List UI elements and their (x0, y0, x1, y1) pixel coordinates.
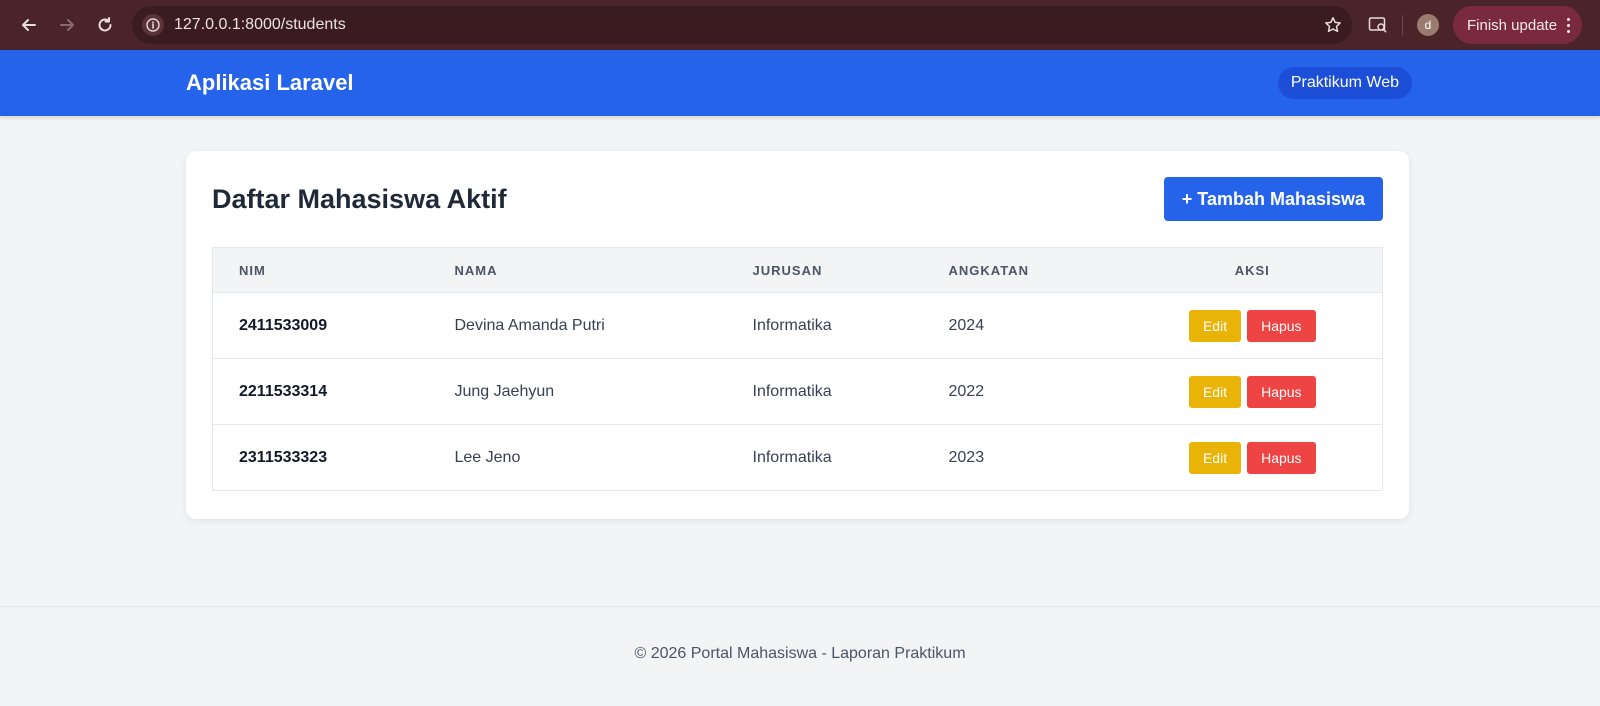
tab-search-icon[interactable] (1368, 16, 1388, 34)
url-text[interactable]: 127.0.0.1:8000/students (174, 16, 1324, 34)
bookmark-star-icon[interactable] (1324, 16, 1342, 34)
cell-nim: 2211533314 (239, 382, 328, 400)
edit-button[interactable]: Edit (1188, 309, 1242, 342)
reload-icon (98, 17, 112, 32)
column-header-aksi: AKSI (1234, 262, 1270, 278)
cell-aksi: Edit Hapus (1123, 293, 1383, 359)
profile-avatar[interactable]: d (1417, 14, 1439, 36)
add-student-button[interactable]: + Tambah Mahasiswa (1163, 177, 1383, 221)
cell-angkatan: 2022 (948, 382, 985, 400)
site-info-icon[interactable] (142, 14, 164, 36)
footer-text: © 2026 Portal Mahasiswa - Laporan Prakti… (634, 645, 966, 662)
address-bar[interactable]: 127.0.0.1:8000/students (132, 6, 1352, 44)
cell-nama: Lee Jeno (454, 448, 521, 466)
toolbar-divider (1402, 15, 1403, 35)
page-footer: © 2026 Portal Mahasiswa - Laporan Prakti… (0, 606, 1600, 706)
column-header-angkatan: ANGKATAN (948, 262, 1029, 278)
cell-jurusan: Informatika (752, 448, 832, 466)
table-row: 2311533323 Lee Jeno Informatika 2023 Edi… (212, 424, 1383, 491)
cell-nama: Devina Amanda Putri (454, 316, 605, 334)
cell-nim: 2311533323 (239, 448, 328, 466)
reload-button[interactable] (86, 6, 124, 44)
cell-angkatan: 2023 (948, 448, 985, 466)
arrow-right-icon (60, 19, 74, 31)
finish-update-label: Finish update (1467, 16, 1558, 34)
cell-angkatan: 2024 (948, 316, 985, 334)
table-row: 2411533009 Devina Amanda Putri Informati… (212, 292, 1383, 359)
page-title: Daftar Mahasiswa Aktif (212, 183, 507, 214)
delete-button[interactable]: Hapus (1247, 309, 1316, 342)
browser-toolbar: 127.0.0.1:8000/students d Finish update (0, 0, 1600, 50)
students-card: Daftar Mahasiswa Aktif + Tambah Mahasisw… (186, 151, 1409, 519)
edit-button[interactable]: Edit (1188, 441, 1242, 474)
app-title[interactable]: Aplikasi Laravel (186, 70, 354, 96)
arrow-left-icon (22, 19, 36, 31)
cell-nama: Jung Jaehyun (454, 382, 555, 400)
column-header-jurusan: JURUSAN (752, 262, 823, 278)
edit-button[interactable]: Edit (1188, 375, 1242, 408)
cell-nim: 2411533009 (239, 316, 328, 334)
students-table: NIM NAMA JURUSAN ANGKATAN AKSI 241153300… (212, 247, 1383, 491)
delete-button[interactable]: Hapus (1247, 441, 1316, 474)
table-header-row: NIM NAMA JURUSAN ANGKATAN AKSI (212, 247, 1383, 293)
cell-jurusan: Informatika (752, 382, 832, 400)
table-row: 2211533314 Jung Jaehyun Informatika 2022… (212, 358, 1383, 425)
cell-aksi: Edit Hapus (1123, 425, 1383, 491)
finish-update-button[interactable]: Finish update (1453, 6, 1583, 44)
back-button[interactable] (10, 6, 48, 44)
cell-jurusan: Informatika (752, 316, 832, 334)
app-navbar: Aplikasi Laravel Praktikum Web (0, 50, 1600, 116)
column-header-nim: NIM (239, 262, 266, 278)
delete-button[interactable]: Hapus (1247, 375, 1316, 408)
forward-button[interactable] (48, 6, 86, 44)
more-vert-icon (1567, 17, 1571, 33)
cell-aksi: Edit Hapus (1123, 359, 1383, 425)
nav-badge: Praktikum Web (1277, 67, 1412, 99)
column-header-nama: NAMA (454, 262, 498, 278)
card-header: Daftar Mahasiswa Aktif + Tambah Mahasisw… (212, 177, 1383, 221)
